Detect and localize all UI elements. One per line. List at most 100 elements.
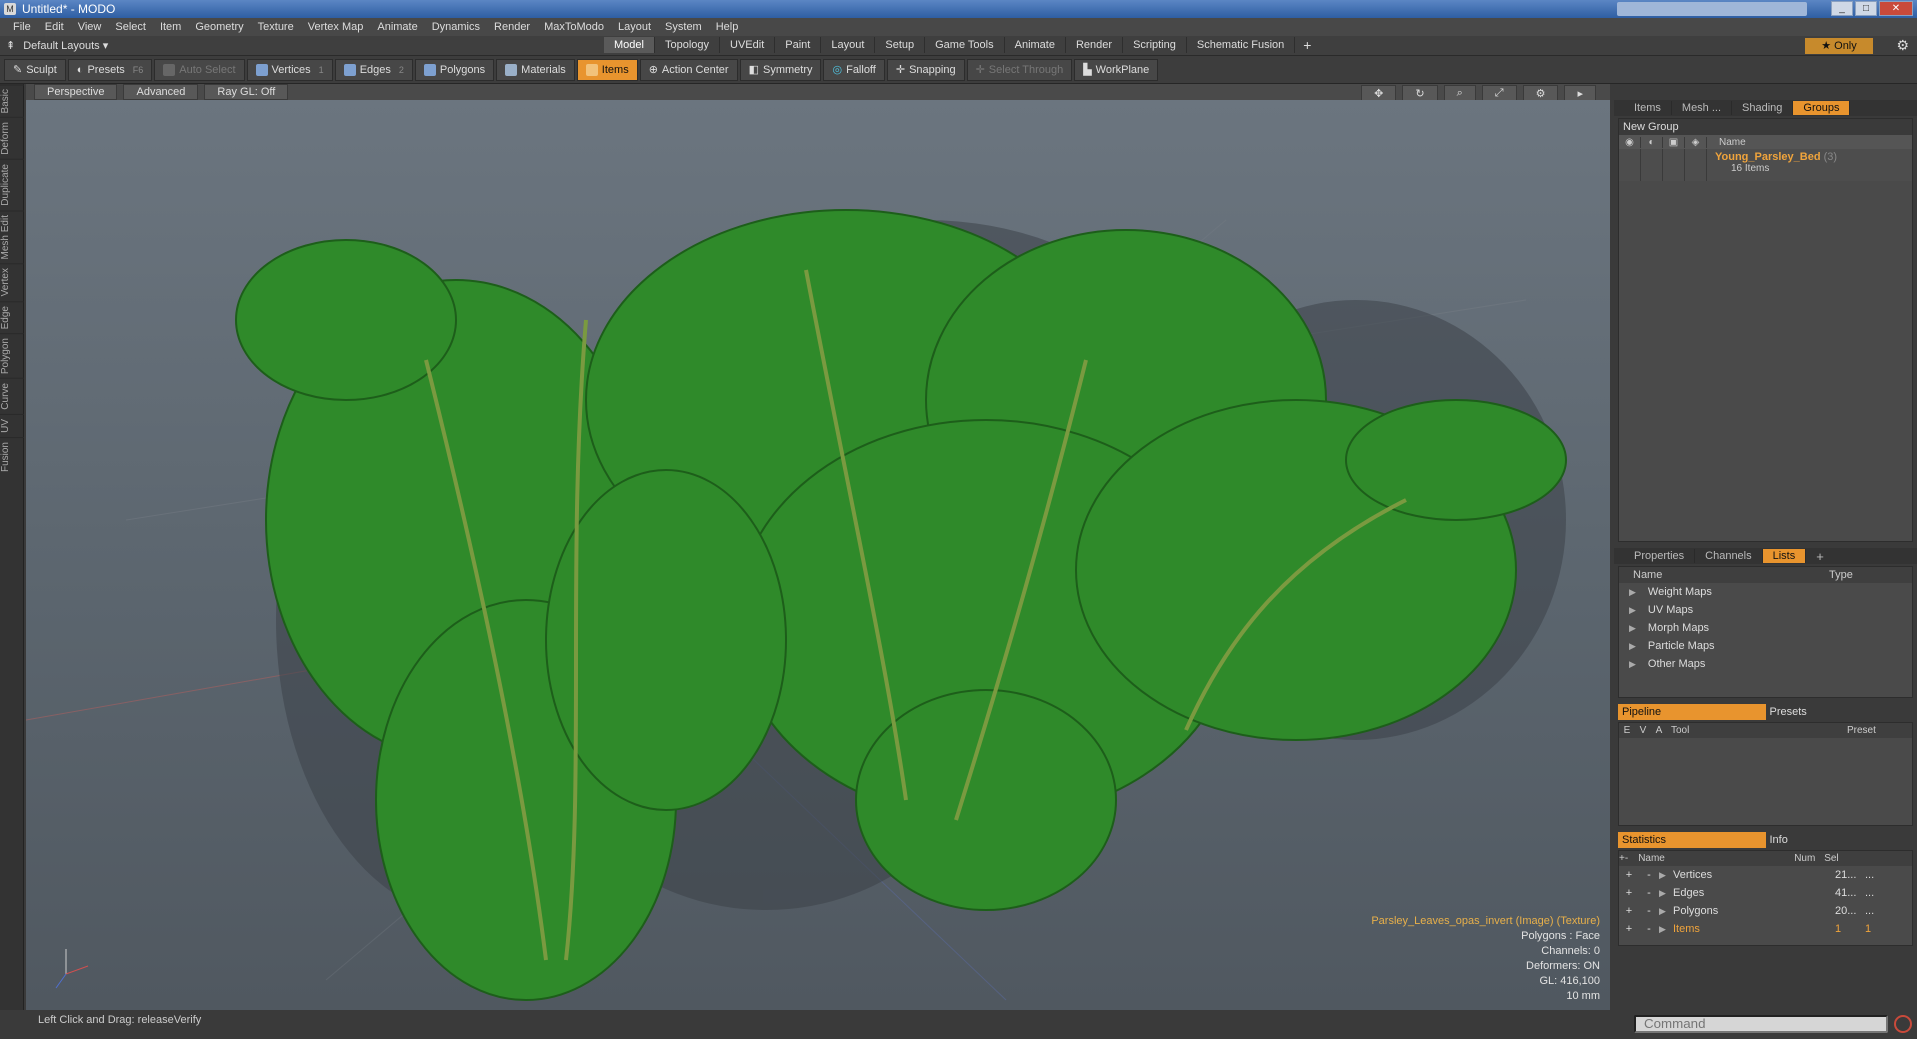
- remove-icon[interactable]: -: [1639, 923, 1659, 935]
- close-button[interactable]: ✕: [1879, 1, 1913, 16]
- menu-vertex-map[interactable]: Vertex Map: [301, 21, 371, 33]
- expand-icon[interactable]: ▶: [1629, 659, 1636, 669]
- expand-icon[interactable]: ▶: [1659, 870, 1673, 881]
- tab-presets[interactable]: Presets: [1765, 704, 1913, 720]
- add-icon[interactable]: +: [1619, 869, 1639, 881]
- vertices-button[interactable]: Vertices 1: [246, 58, 333, 81]
- expand-icon[interactable]: ▶: [1659, 888, 1673, 899]
- add-tab-icon[interactable]: +: [1295, 37, 1319, 53]
- menu-render[interactable]: Render: [487, 21, 537, 33]
- menu-file[interactable]: File: [6, 21, 38, 33]
- edges-button[interactable]: Edges 2: [334, 58, 413, 81]
- group-lock-toggle[interactable]: [1663, 149, 1685, 181]
- add-icon[interactable]: +: [1619, 923, 1639, 935]
- tab-render[interactable]: Render: [1066, 37, 1124, 53]
- group-row[interactable]: Young_Parsley_Bed (3) 16 Items: [1619, 149, 1912, 181]
- ray-gl-button[interactable]: Ray GL: Off: [204, 84, 289, 100]
- expand-icon[interactable]: ▶: [1629, 587, 1636, 597]
- left-tab-fusion[interactable]: Fusion: [0, 436, 24, 476]
- group-render-toggle[interactable]: [1641, 149, 1663, 181]
- expand-icon[interactable]: ▶: [1629, 605, 1636, 615]
- tab-uvedit[interactable]: UVEdit: [720, 37, 776, 53]
- menu-layout[interactable]: Layout: [611, 21, 658, 33]
- left-tab-basic[interactable]: Basic: [0, 84, 24, 118]
- workplane-button[interactable]: ▙ WorkPlane: [1074, 58, 1159, 81]
- add-panel-tab-icon[interactable]: +: [1806, 548, 1834, 565]
- group-visibility-toggle[interactable]: [1619, 149, 1641, 181]
- auto-select-button[interactable]: Auto Select: [154, 58, 245, 81]
- left-tab-mesh-edit[interactable]: Mesh Edit: [0, 209, 24, 264]
- tab-channels[interactable]: Channels: [1695, 549, 1763, 563]
- command-record-icon[interactable]: [1894, 1015, 1912, 1033]
- tab-game-tools[interactable]: Game Tools: [925, 37, 1005, 53]
- tab-mesh[interactable]: Mesh ...: [1672, 101, 1733, 115]
- tab-scripting[interactable]: Scripting: [1123, 37, 1187, 53]
- list-item-uv-maps[interactable]: ▶ UV Maps: [1619, 601, 1912, 619]
- menu-geometry[interactable]: Geometry: [188, 21, 250, 33]
- left-tab-duplicate[interactable]: Duplicate: [0, 159, 24, 210]
- advanced-button[interactable]: Advanced: [123, 84, 199, 100]
- layout-selector[interactable]: ⇞ Default Layouts ▾: [6, 39, 108, 52]
- menu-maxtomodo[interactable]: MaxToModo: [537, 21, 611, 33]
- tab-items[interactable]: Items: [1624, 101, 1672, 115]
- tab-schematic-fusion[interactable]: Schematic Fusion: [1187, 37, 1296, 53]
- items-button[interactable]: Items: [576, 58, 638, 81]
- tab-setup[interactable]: Setup: [875, 37, 926, 53]
- expand-icon[interactable]: ▶: [1629, 641, 1636, 651]
- menu-view[interactable]: View: [71, 21, 109, 33]
- group-select-toggle[interactable]: [1685, 149, 1707, 181]
- list-item-weight-maps[interactable]: ▶ Weight Maps: [1619, 583, 1912, 601]
- maximize-button[interactable]: □: [1855, 1, 1877, 16]
- minimize-button[interactable]: _: [1831, 1, 1853, 16]
- tab-animate[interactable]: Animate: [1005, 37, 1066, 53]
- tab-model[interactable]: Model: [604, 37, 655, 53]
- stats-row-vertices[interactable]: + - ▶ Vertices 21... ...: [1619, 866, 1912, 884]
- perspective-button[interactable]: Perspective: [34, 84, 118, 100]
- expand-icon[interactable]: ▶: [1659, 906, 1673, 917]
- polygons-button[interactable]: Polygons: [414, 58, 495, 81]
- sculpt-button[interactable]: ✎ Sculpt: [4, 58, 66, 81]
- tab-pipeline[interactable]: Pipeline: [1618, 704, 1766, 720]
- tab-paint[interactable]: Paint: [775, 37, 822, 53]
- tab-properties[interactable]: Properties: [1624, 549, 1696, 563]
- remove-icon[interactable]: -: [1639, 905, 1659, 917]
- menu-dynamics[interactable]: Dynamics: [425, 21, 487, 33]
- action-center-button[interactable]: ⊕ Action Center: [639, 58, 738, 81]
- new-group-button[interactable]: New Group: [1619, 119, 1912, 135]
- only-button[interactable]: ★ Only: [1805, 38, 1873, 54]
- remove-icon[interactable]: -: [1639, 869, 1659, 881]
- falloff-button[interactable]: ◎ Falloff: [823, 58, 885, 81]
- list-item-morph-maps[interactable]: ▶ Morph Maps: [1619, 619, 1912, 637]
- stats-row-polygons[interactable]: + - ▶ Polygons 20... ...: [1619, 902, 1912, 920]
- 3d-viewport[interactable]: Parsley_Leaves_opas_invert (Image) (Text…: [26, 100, 1610, 1010]
- list-item-other-maps[interactable]: ▶ Other Maps: [1619, 655, 1912, 673]
- left-tab-edge[interactable]: Edge: [0, 300, 24, 334]
- menu-help[interactable]: Help: [709, 21, 746, 33]
- tab-lists[interactable]: Lists: [1762, 549, 1807, 563]
- tab-topology[interactable]: Topology: [655, 37, 721, 53]
- left-tab-deform[interactable]: Deform: [0, 117, 24, 160]
- left-tab-curve[interactable]: Curve: [0, 378, 24, 414]
- menu-edit[interactable]: Edit: [38, 21, 71, 33]
- tab-layout[interactable]: Layout: [821, 37, 876, 53]
- gear-icon[interactable]: ⚙: [1896, 37, 1909, 54]
- left-tab-vertex[interactable]: Vertex: [0, 263, 24, 301]
- expand-icon[interactable]: ▶: [1629, 623, 1636, 633]
- title-search-field[interactable]: [1617, 2, 1807, 16]
- menu-item[interactable]: Item: [153, 21, 188, 33]
- stats-row-items[interactable]: + - ▶ Items 1 1: [1619, 920, 1912, 938]
- expand-icon[interactable]: ▶: [1659, 924, 1673, 935]
- tab-statistics[interactable]: Statistics: [1618, 832, 1766, 848]
- tab-groups[interactable]: Groups: [1793, 101, 1851, 115]
- add-icon[interactable]: +: [1619, 887, 1639, 899]
- tab-shading[interactable]: Shading: [1732, 101, 1794, 115]
- menu-texture[interactable]: Texture: [251, 21, 301, 33]
- list-item-particle-maps[interactable]: ▶ Particle Maps: [1619, 637, 1912, 655]
- left-tab-uv[interactable]: UV: [0, 413, 24, 437]
- menu-select[interactable]: Select: [108, 21, 153, 33]
- symmetry-button[interactable]: ◧ Symmetry: [739, 58, 822, 81]
- left-tab-polygon[interactable]: Polygon: [0, 333, 24, 379]
- select-through-button[interactable]: ✛ Select Through: [966, 58, 1073, 81]
- menu-animate[interactable]: Animate: [370, 21, 424, 33]
- tab-info[interactable]: Info: [1765, 832, 1913, 848]
